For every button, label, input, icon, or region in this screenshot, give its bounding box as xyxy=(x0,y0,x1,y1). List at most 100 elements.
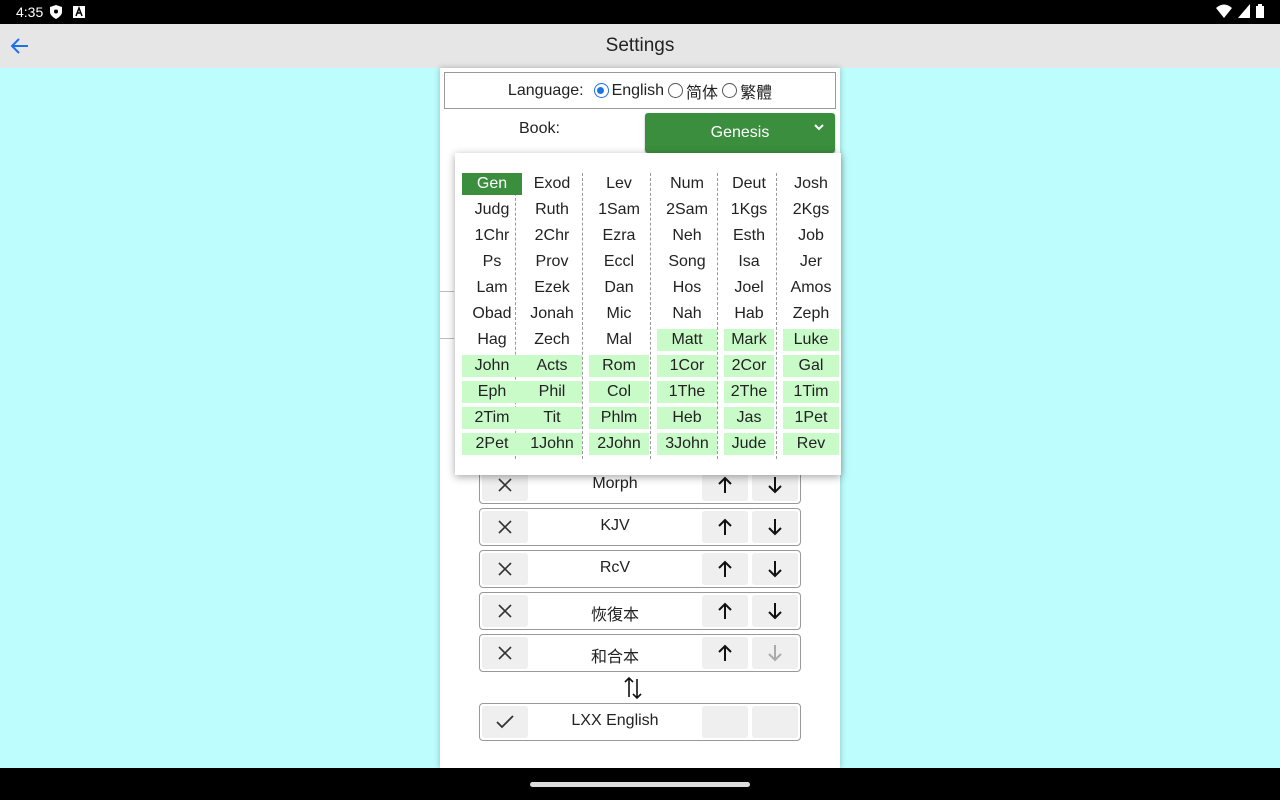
book-item-mark[interactable]: Mark xyxy=(724,329,774,351)
book-item-nah[interactable]: Nah xyxy=(657,303,717,325)
swap-vertical-icon[interactable] xyxy=(623,675,643,701)
book-item-lam[interactable]: Lam xyxy=(462,277,522,299)
book-item-hag[interactable]: Hag xyxy=(462,329,522,351)
book-item-john[interactable]: John xyxy=(462,355,522,377)
move-up-button[interactable] xyxy=(702,511,748,543)
move-down-button[interactable] xyxy=(752,595,798,627)
radio-selected-icon[interactable] xyxy=(593,83,609,98)
book-item-acts[interactable]: Acts xyxy=(522,355,582,377)
book-item-job[interactable]: Job xyxy=(783,225,839,247)
book-item-judg[interactable]: Judg xyxy=(462,199,522,221)
book-item-phil[interactable]: Phil xyxy=(522,381,582,403)
book-item-2kgs[interactable]: 2Kgs xyxy=(783,199,839,221)
book-item-obad[interactable]: Obad xyxy=(462,303,522,325)
book-item-zech[interactable]: Zech xyxy=(522,329,582,351)
book-item-1sam[interactable]: 1Sam xyxy=(589,199,649,221)
book-item-mic[interactable]: Mic xyxy=(589,303,649,325)
book-item-josh[interactable]: Josh xyxy=(783,173,839,195)
book-item-esth[interactable]: Esth xyxy=(724,225,774,247)
book-item-isa[interactable]: Isa xyxy=(724,251,774,273)
book-item-ezra[interactable]: Ezra xyxy=(589,225,649,247)
book-item-2chr[interactable]: 2Chr xyxy=(522,225,582,247)
book-item-eccl[interactable]: Eccl xyxy=(589,251,649,273)
book-item-1tim[interactable]: 1Tim xyxy=(783,381,839,403)
book-item-2tim[interactable]: 2Tim xyxy=(462,407,522,429)
remove-version-button[interactable] xyxy=(482,511,528,543)
language-option-traditional[interactable]: 繁體 xyxy=(722,79,772,103)
language-option-simplified[interactable]: 简体 xyxy=(668,79,718,103)
move-down-button[interactable] xyxy=(752,553,798,585)
book-item-jonah[interactable]: Jonah xyxy=(522,303,582,325)
radio-icon[interactable] xyxy=(722,83,738,98)
close-icon xyxy=(498,646,512,660)
version-row-lxx: LXX English xyxy=(479,703,801,741)
book-item-exod[interactable]: Exod xyxy=(522,173,582,195)
book-item-zeph[interactable]: Zeph xyxy=(783,303,839,325)
book-item-1cor[interactable]: 1Cor xyxy=(657,355,717,377)
home-gesture-pill[interactable] xyxy=(530,782,750,787)
book-item-heb[interactable]: Heb xyxy=(657,407,717,429)
book-item-col[interactable]: Col xyxy=(589,381,649,403)
book-item-1chr[interactable]: 1Chr xyxy=(462,225,522,247)
version-row-kjv: KJV xyxy=(479,508,801,546)
book-label: Book: xyxy=(519,120,560,137)
move-down-button[interactable] xyxy=(752,511,798,543)
book-item-lev[interactable]: Lev xyxy=(589,173,649,195)
remove-version-button[interactable] xyxy=(482,553,528,585)
book-item-song[interactable]: Song xyxy=(657,251,717,273)
version-row-rcv: RcV xyxy=(479,550,801,588)
close-icon xyxy=(498,604,512,618)
divider xyxy=(440,291,454,292)
book-dropdown[interactable]: Genesis xyxy=(645,113,835,153)
book-item-1kgs[interactable]: 1Kgs xyxy=(724,199,774,221)
book-item-num[interactable]: Num xyxy=(657,173,717,195)
book-item-dan[interactable]: Dan xyxy=(589,277,649,299)
version-name: Morph xyxy=(592,475,638,492)
move-up-button[interactable] xyxy=(702,637,748,669)
book-item-2the[interactable]: 2The xyxy=(724,381,774,403)
book-item-eph[interactable]: Eph xyxy=(462,381,522,403)
book-item-prov[interactable]: Prov xyxy=(522,251,582,273)
remove-version-button[interactable] xyxy=(482,595,528,627)
book-item-jer[interactable]: Jer xyxy=(783,251,839,273)
book-item-tit[interactable]: Tit xyxy=(522,407,582,429)
book-item-phlm[interactable]: Phlm xyxy=(589,407,649,429)
book-item-rev[interactable]: Rev xyxy=(783,433,839,455)
move-up-button[interactable] xyxy=(702,553,748,585)
book-item-amos[interactable]: Amos xyxy=(783,277,839,299)
book-item-ezek[interactable]: Ezek xyxy=(522,277,582,299)
book-item-1the[interactable]: 1The xyxy=(657,381,717,403)
book-item-2john[interactable]: 2John xyxy=(589,433,649,455)
book-item-ps[interactable]: Ps xyxy=(462,251,522,273)
book-item-1pet[interactable]: 1Pet xyxy=(783,407,839,429)
book-item-jas[interactable]: Jas xyxy=(724,407,774,429)
language-option-english[interactable]: English xyxy=(593,82,664,100)
book-item-matt[interactable]: Matt xyxy=(657,329,717,351)
book-item-jude[interactable]: Jude xyxy=(724,433,774,455)
book-item-ruth[interactable]: Ruth xyxy=(522,199,582,221)
book-item-2cor[interactable]: 2Cor xyxy=(724,355,774,377)
book-item-1john[interactable]: 1John xyxy=(522,433,582,455)
book-item-luke[interactable]: Luke xyxy=(783,329,839,351)
book-item-gen[interactable]: Gen xyxy=(462,173,522,195)
move-up-button[interactable] xyxy=(702,595,748,627)
book-item-hab[interactable]: Hab xyxy=(724,303,774,325)
book-item-mal[interactable]: Mal xyxy=(589,329,649,351)
version-name: LXX English xyxy=(571,712,659,729)
close-icon xyxy=(498,562,512,576)
book-item-rom[interactable]: Rom xyxy=(589,355,649,377)
book-item-hos[interactable]: Hos xyxy=(657,277,717,299)
book-item-3john[interactable]: 3John xyxy=(657,433,717,455)
book-item-neh[interactable]: Neh xyxy=(657,225,717,247)
add-version-button[interactable] xyxy=(482,706,528,738)
arrow-up-icon xyxy=(718,518,732,535)
radio-icon[interactable] xyxy=(668,83,684,98)
column-separator xyxy=(650,173,651,459)
empty-slot xyxy=(702,706,748,738)
book-item-2sam[interactable]: 2Sam xyxy=(657,199,717,221)
book-item-gal[interactable]: Gal xyxy=(783,355,839,377)
book-item-deut[interactable]: Deut xyxy=(724,173,774,195)
book-item-2pet[interactable]: 2Pet xyxy=(462,433,522,455)
remove-version-button[interactable] xyxy=(482,637,528,669)
book-item-joel[interactable]: Joel xyxy=(724,277,774,299)
